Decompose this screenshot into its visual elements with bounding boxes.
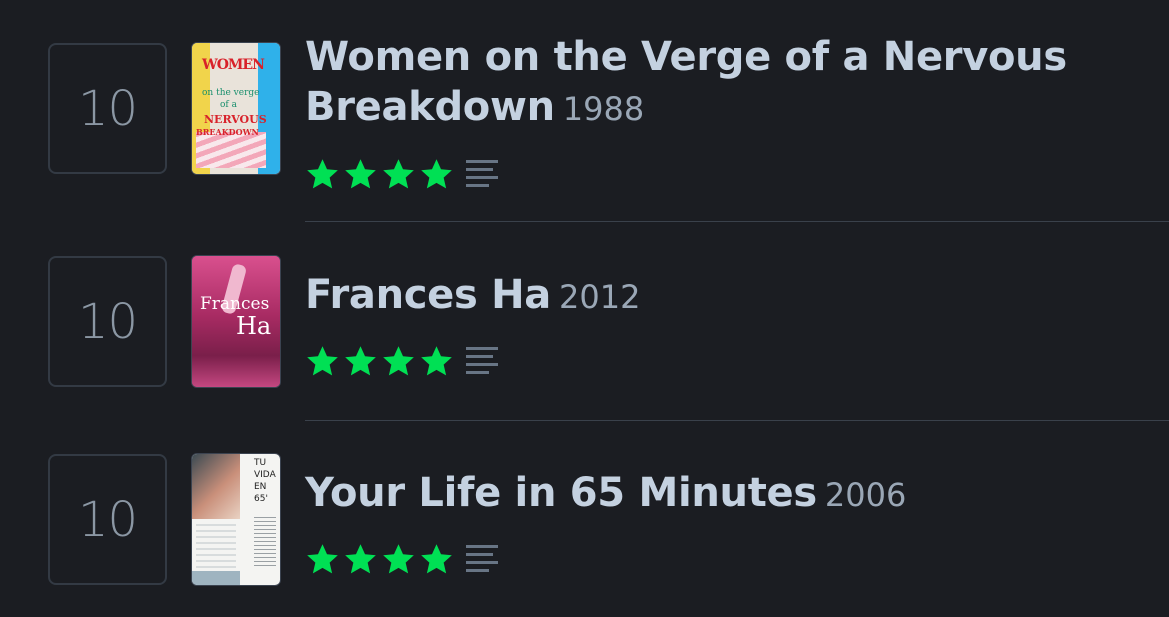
star-icon: [383, 346, 414, 376]
poster-line: VIDA: [254, 470, 276, 480]
poster-line: BREAKDOWN: [196, 127, 259, 137]
poster-line: WOMEN: [202, 57, 265, 73]
star-icon: [307, 544, 338, 574]
star-icon: [307, 346, 338, 376]
star-icon: [383, 544, 414, 574]
film-title-block[interactable]: Your Life in 65 Minutes 2006: [305, 468, 1105, 520]
rank-badge: 10: [48, 454, 167, 585]
star-icon: [345, 159, 376, 189]
poster-line: EN: [254, 482, 267, 492]
row-divider: [305, 221, 1169, 222]
film-poster[interactable]: TU VIDA EN 65': [191, 453, 281, 586]
poster-line: Frances: [200, 294, 270, 314]
poster-line: TU: [254, 458, 267, 468]
poster-line: 65': [254, 494, 268, 504]
star-rating: [305, 542, 454, 577]
film-poster[interactable]: Frances Ha: [191, 255, 281, 388]
row-divider: [305, 420, 1169, 421]
film-title[interactable]: Your Life in 65 Minutes: [305, 470, 817, 516]
star-icon: [383, 159, 414, 189]
review-text-icon[interactable]: [466, 158, 499, 190]
poster-line: on the verge: [202, 88, 260, 98]
star-icon: [421, 544, 452, 574]
rank-badge: 10: [48, 256, 167, 387]
star-rating: [305, 157, 454, 192]
poster-line: NERVOUS: [204, 113, 267, 126]
film-title-block[interactable]: Frances Ha 2012: [305, 270, 1105, 322]
poster-line: Ha: [236, 312, 272, 340]
star-icon: [345, 544, 376, 574]
film-year[interactable]: 1988: [563, 90, 644, 128]
film-year[interactable]: 2012: [559, 278, 640, 316]
star-icon: [421, 159, 452, 189]
film-title[interactable]: Frances Ha: [305, 272, 551, 318]
rank-badge: 10: [48, 43, 167, 174]
poster-line: of a: [220, 100, 237, 110]
star-icon: [421, 346, 452, 376]
review-text-icon[interactable]: [466, 543, 499, 575]
film-year[interactable]: 2006: [825, 476, 906, 514]
film-title-block[interactable]: Women on the Verge of a Nervous Breakdow…: [305, 32, 1105, 134]
film-poster[interactable]: WOMEN on the verge of a NERVOUS BREAKDOW…: [191, 42, 281, 175]
star-icon: [345, 346, 376, 376]
star-rating: [305, 344, 454, 379]
film-title[interactable]: Women on the Verge of a Nervous Breakdow…: [305, 34, 1067, 130]
star-icon: [307, 159, 338, 189]
review-text-icon[interactable]: [466, 345, 499, 377]
